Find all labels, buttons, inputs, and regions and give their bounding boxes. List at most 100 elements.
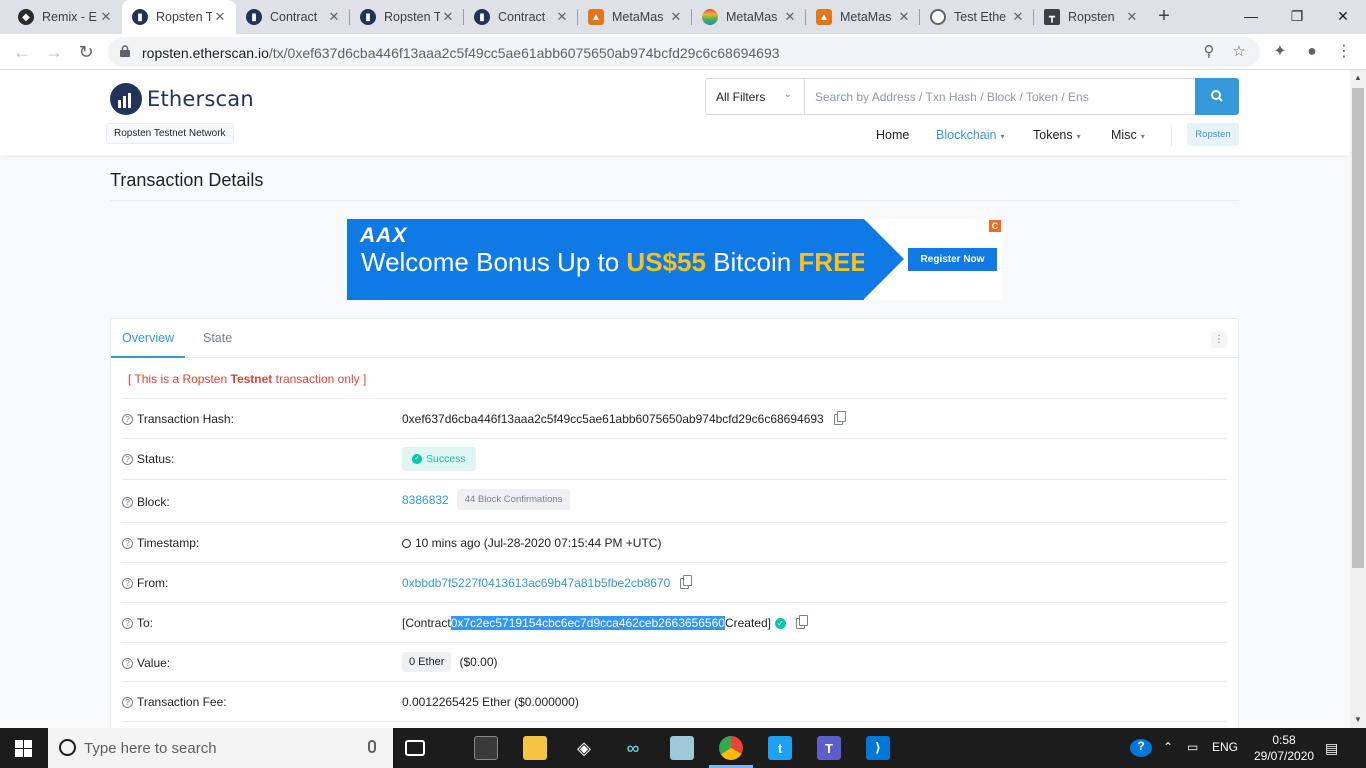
page-viewport: Etherscan Ropsten Testnet Network All Fi… [0,70,1350,728]
back-icon[interactable]: ← [10,40,34,64]
browser-tab[interactable]: ◆ Remix - E ✕ [8,0,122,34]
testnet-notice: [ This is a Ropsten Testnet transaction … [128,372,367,386]
zoom-icon[interactable]: ⚲ [1200,43,1218,61]
contract-address-link[interactable]: 0x7c2ec5719154cbc6ec7d9cca462ceb26636565… [450,616,725,630]
browser-tab[interactable]: Test Ethe ✕ [920,0,1034,34]
close-tab-icon[interactable]: ✕ [326,9,342,25]
browser-tab[interactable]: ▮ Contract ✕ [236,0,350,34]
active-tab-indicator [111,356,185,358]
bookmark-star-icon[interactable]: ☆ [1230,43,1248,61]
menu-icon[interactable]: ⋮ [1334,42,1354,62]
chevron-down-icon: ▾ [1140,132,1145,141]
close-tab-icon[interactable]: ✕ [782,9,798,25]
chevron-up-icon[interactable]: ⌃ [1163,740,1173,754]
profile-icon[interactable]: ● [1302,42,1322,62]
system-clock[interactable]: 0:58 29/07/2020 [1254,732,1314,764]
ad-corner-icon[interactable]: C [989,220,1001,232]
more-options-icon[interactable]: ⋮ [1211,332,1227,348]
close-tab-icon[interactable]: ✕ [554,9,570,25]
search-button[interactable] [1195,78,1239,115]
value-ether-badge: 0 Ether [402,652,452,672]
close-tab-icon[interactable]: ✕ [1124,9,1140,25]
extensions-icon[interactable]: ✦ [1270,42,1290,62]
restore-icon[interactable]: ❐ [1274,4,1320,28]
page-scrollbar[interactable]: ▲ ▼ [1350,70,1366,728]
copy-icon[interactable] [833,410,846,425]
nav-tokens[interactable]: Tokens ▾ [1033,128,1081,142]
search-filter-select[interactable]: All Filters ⌄ [706,79,805,114]
help-icon[interactable]: ? [122,696,133,708]
search-input[interactable]: Search by Address / Txn Hash / Block / T… [815,90,1089,104]
file-explorer-icon[interactable] [523,736,547,760]
nav-blockchain[interactable]: Blockchain ▾ [936,128,1004,142]
teams-icon[interactable]: T [817,736,841,760]
help-tray-icon[interactable]: ? [1130,739,1152,757]
verified-check-icon: ✓ [774,617,786,629]
copy-icon[interactable] [795,614,808,629]
browser-tab[interactable]: ┳ Ropsten ✕ [1034,0,1148,34]
etherscan-logo[interactable]: Etherscan [110,83,254,115]
task-view-icon[interactable] [405,740,425,756]
network-switch-button[interactable]: Ropsten [1187,123,1239,146]
ad-banner[interactable]: AAX Welcome Bonus Up to US$55 Bitcoin FR… [347,219,1002,300]
address-bar[interactable]: ropsten.etherscan.io/tx/0xef637d6cba446f… [108,37,1260,67]
close-tab-icon[interactable]: ✕ [1010,9,1026,25]
etherscan-icon: ▮ [360,9,376,25]
help-icon[interactable]: ? [122,453,133,465]
scrollbar-thumb[interactable] [1352,88,1364,568]
row-status: ? Status: ✓ Success [122,438,1227,479]
transaction-card: Overview State ⋮ [ This is a Ropsten Tes… [110,318,1239,728]
language-indicator[interactable]: ENG [1212,740,1238,754]
help-icon[interactable]: ? [122,577,133,589]
notifications-icon[interactable]: ▤ [1325,740,1338,757]
help-icon[interactable]: ? [122,496,133,508]
close-tab-icon[interactable]: ✕ [98,9,114,25]
close-tab-icon[interactable]: ✕ [212,9,228,25]
dropbox-icon[interactable]: ◈ [572,736,596,760]
clock-icon [402,538,411,548]
tab-overview[interactable]: Overview [122,331,174,345]
browser-tab[interactable]: ▮ Ropsten T ✕ [350,0,464,34]
copy-icon[interactable] [680,574,693,589]
vscode-icon[interactable]: ⟩ [866,736,890,760]
from-address-link[interactable]: 0xbbdb7f5227f0413613ac69b47a81b5fbe2cb86… [402,576,670,590]
close-tab-icon[interactable]: ✕ [440,9,456,25]
microphone-icon[interactable] [368,740,376,753]
browser-tab[interactable]: ▮ Contract ✕ [464,0,578,34]
battery-icon[interactable]: ▭ [1187,740,1198,754]
close-window-icon[interactable]: ✕ [1320,4,1366,28]
new-tab-button[interactable]: + [1153,6,1175,28]
taskbar-search[interactable]: Type here to search [48,728,393,768]
close-tab-icon[interactable]: ✕ [668,9,684,25]
browser-tab[interactable]: ▲ MetaMas ✕ [578,0,692,34]
scroll-down-icon[interactable]: ▼ [1353,715,1363,724]
twitter-icon[interactable]: t [768,736,792,760]
browser-tab[interactable]: ▲ MetaMas ✕ [806,0,920,34]
browser-tab[interactable]: MetaMas ✕ [692,0,806,34]
forward-icon[interactable]: → [42,40,66,64]
help-icon[interactable]: ? [122,537,133,549]
scroll-up-icon[interactable]: ▲ [1353,73,1363,82]
close-tab-icon[interactable]: ✕ [896,9,912,25]
help-icon[interactable]: ? [122,657,133,669]
status-badge: ✓ Success [402,447,476,471]
ad-register-button[interactable]: Register Now [908,248,997,271]
help-icon[interactable]: ? [122,617,133,629]
minimize-icon[interactable]: — [1228,4,1274,28]
arduino-icon[interactable]: ∞ [621,736,645,760]
block-link[interactable]: 8386832 [402,493,449,507]
windows-start-icon[interactable] [15,740,32,757]
browser-tab-strip: ◆ Remix - E ✕ ▮ Ropsten T ✕ ▮ Contract ✕… [0,0,1366,34]
browser-tab-active[interactable]: ▮ Ropsten T ✕ [122,0,236,34]
chrome-icon[interactable] [719,736,743,760]
tab-state[interactable]: State [203,331,232,345]
globe-icon [930,9,946,25]
nav-home[interactable]: Home [876,128,909,142]
reload-icon[interactable]: ↻ [74,40,98,64]
terminal-icon[interactable] [474,736,498,760]
help-icon[interactable]: ? [122,413,133,425]
cortana-icon [59,739,76,756]
page-title: Transaction Details [110,170,264,190]
notes-icon[interactable] [670,736,694,760]
nav-misc[interactable]: Misc ▾ [1111,128,1145,142]
